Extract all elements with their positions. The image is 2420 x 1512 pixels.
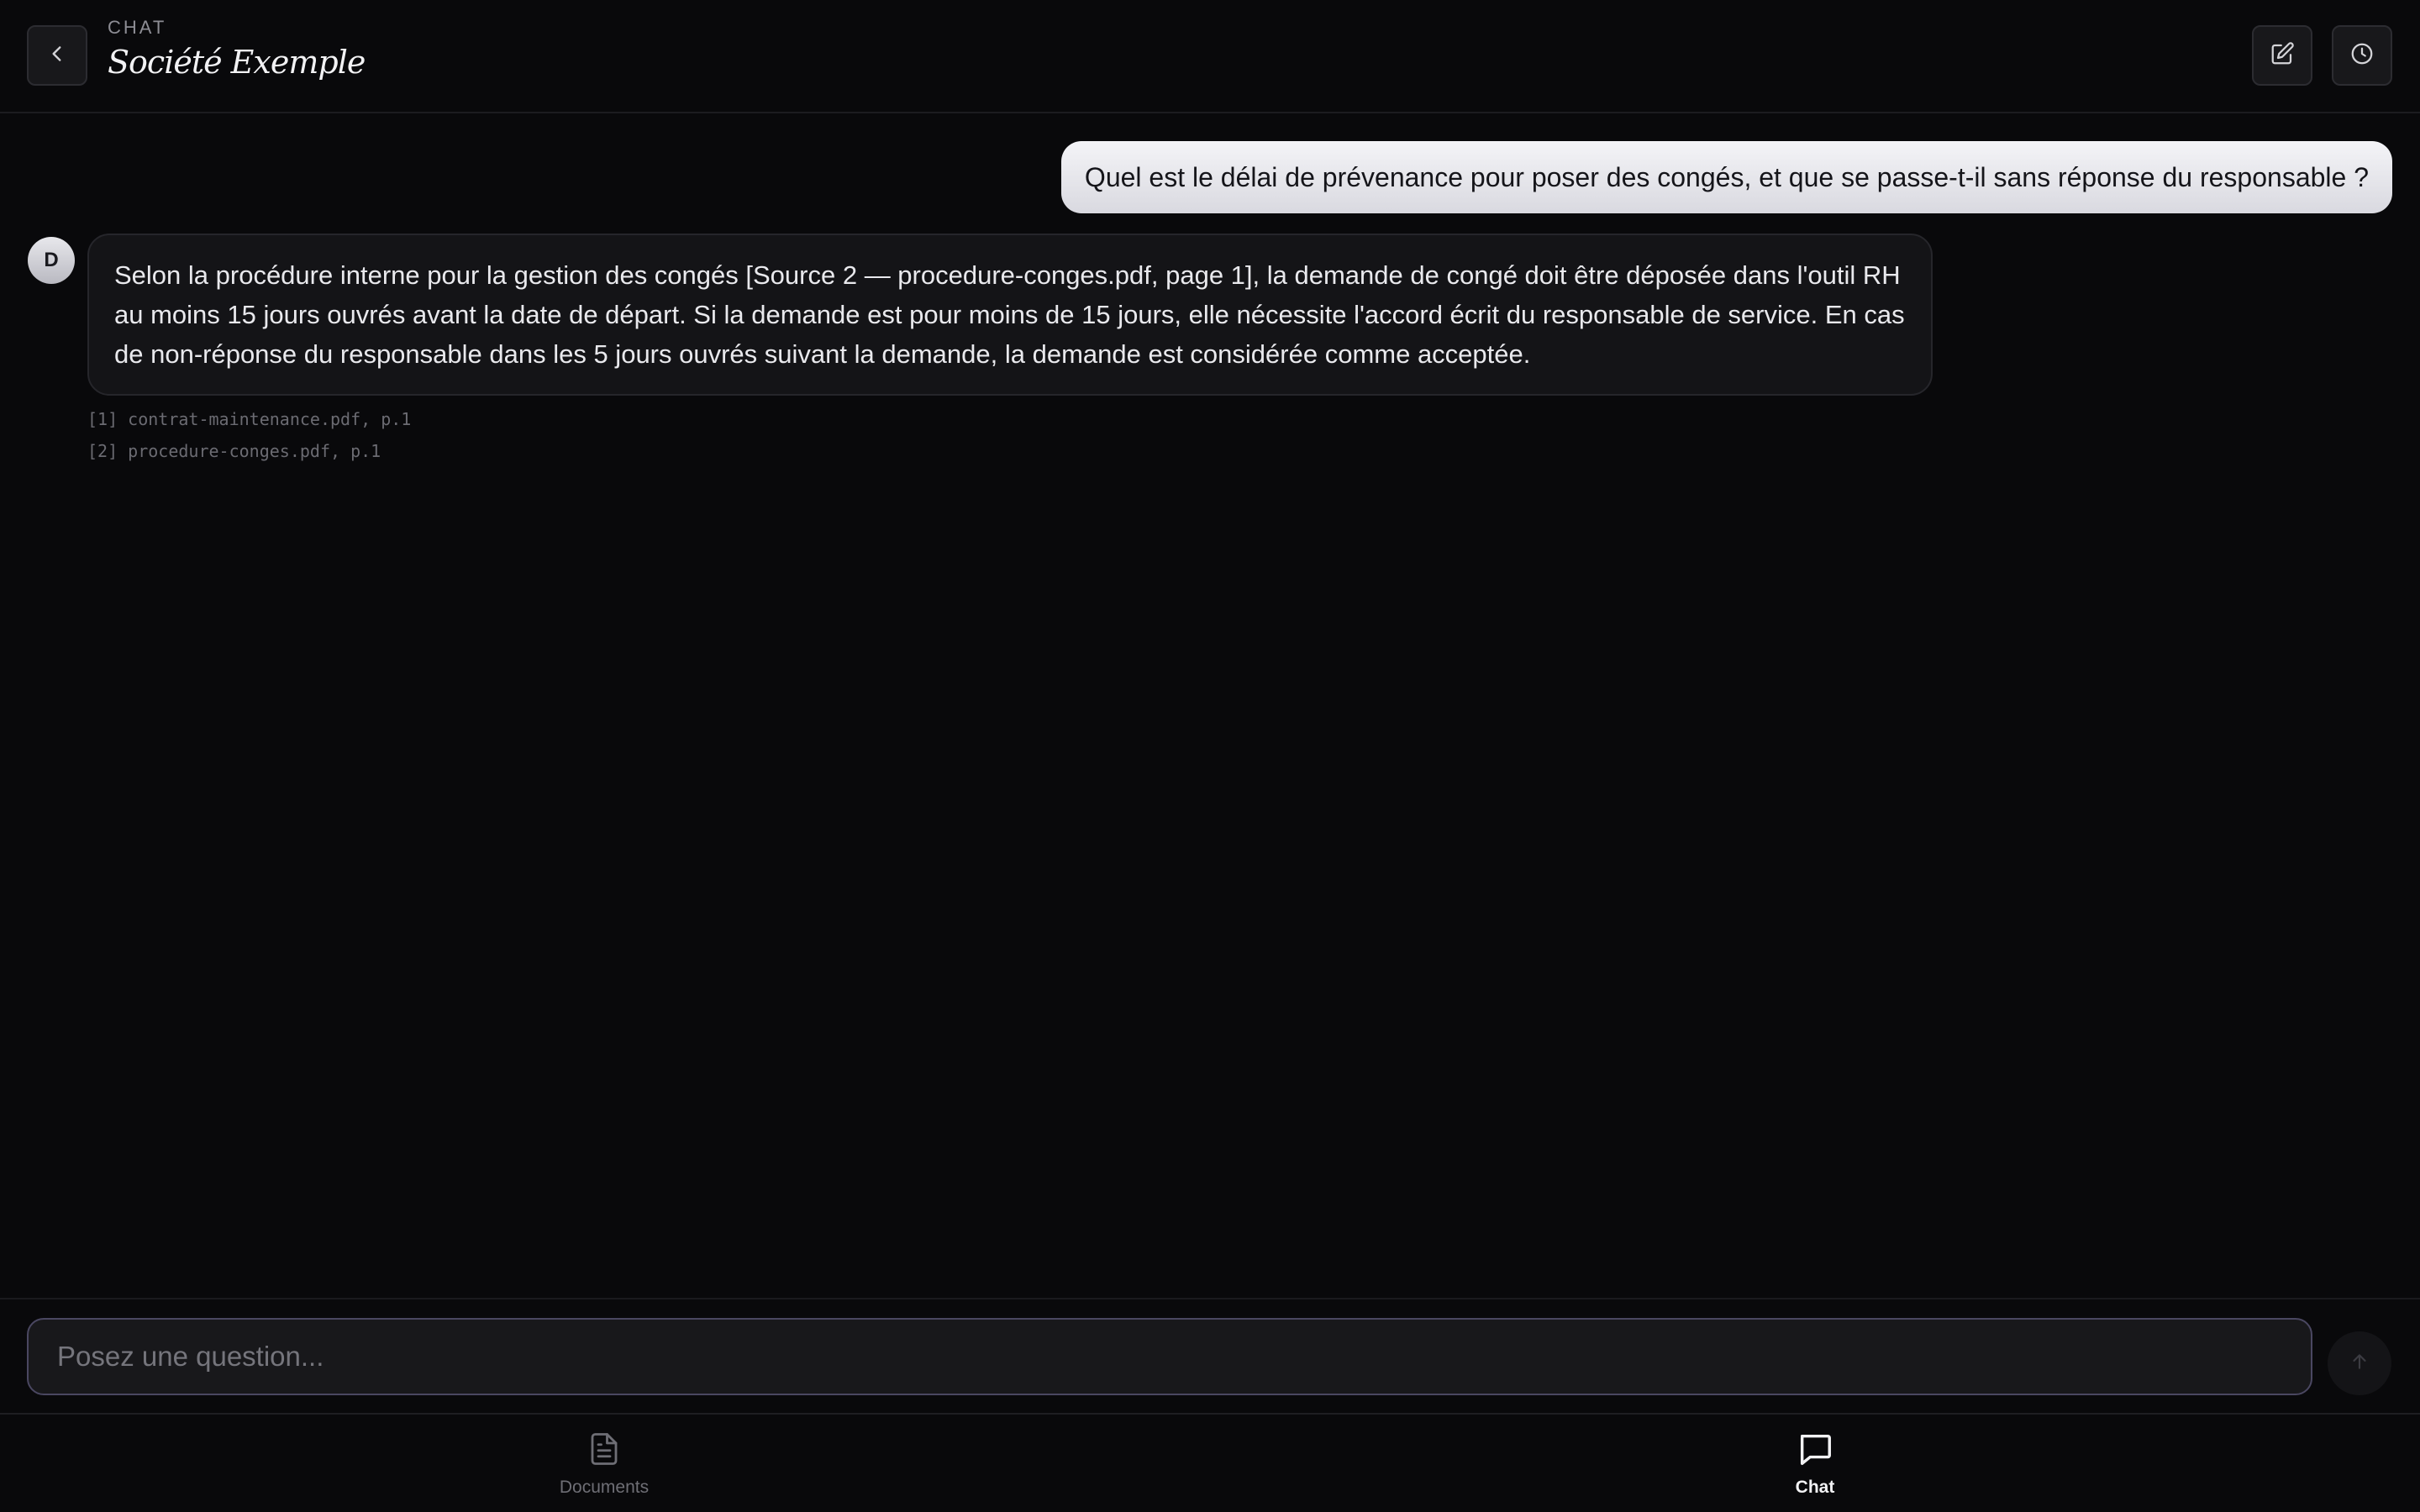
document-icon — [587, 1430, 622, 1473]
source-item[interactable]: [2] procedure-conges.pdf, p.1 — [87, 435, 411, 467]
chat-bubble-icon — [1796, 1430, 1834, 1473]
bottom-nav: Documents Chat — [0, 1413, 2420, 1512]
nav-chat[interactable]: Chat — [1731, 1430, 1899, 1498]
header: CHAT Société Exemple — [0, 0, 2420, 113]
header-eyebrow: CHAT — [108, 17, 167, 38]
page-title: Société Exemple — [108, 44, 366, 81]
source-item[interactable]: [1] contrat-maintenance.pdf, p.1 — [87, 403, 411, 435]
send-button[interactable] — [2328, 1331, 2391, 1395]
chevron-left-icon — [46, 43, 68, 69]
back-button[interactable] — [27, 25, 87, 86]
nav-documents-label: Documents — [559, 1478, 650, 1497]
chat-app: CHAT Société Exemple Quel est le délai d… — [0, 0, 2420, 1512]
sources-list: [1] contrat-maintenance.pdf, p.1 [2] pro… — [87, 403, 411, 467]
edit-icon — [2270, 41, 2295, 71]
question-input[interactable] — [27, 1318, 2312, 1395]
nav-documents[interactable]: Documents — [520, 1430, 688, 1498]
assistant-avatar: D — [28, 237, 75, 284]
new-chat-button[interactable] — [2252, 25, 2312, 86]
user-message: Quel est le délai de prévenance pour pos… — [1060, 141, 2392, 213]
arrow-up-icon — [2349, 1351, 2370, 1377]
assistant-message: Selon la procédure interne pour la gesti… — [87, 234, 1933, 396]
clock-icon — [2349, 41, 2375, 71]
nav-chat-label: Chat — [1795, 1478, 1835, 1497]
history-button[interactable] — [2332, 25, 2392, 86]
composer — [0, 1298, 2420, 1413]
